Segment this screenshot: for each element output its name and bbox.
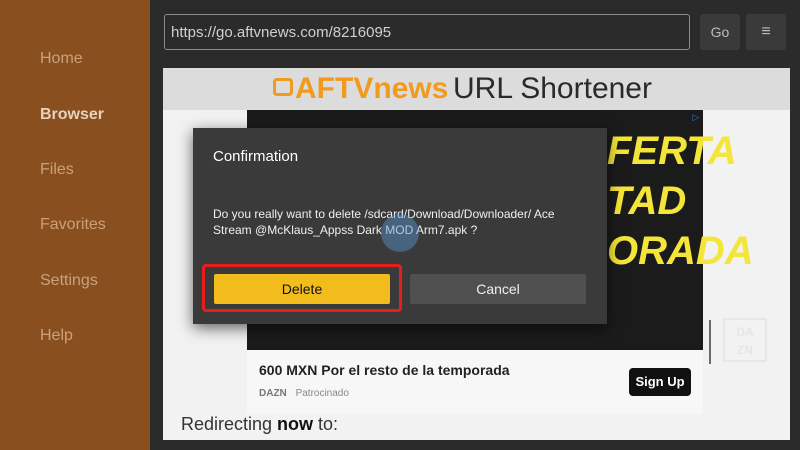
sidebar-item-favorites[interactable]: Favorites [40,216,106,234]
ad-footer: 600 MXN Por el resto de la temporada DAZ… [247,350,703,414]
tv-logo-icon [273,78,293,96]
ad-sponsored-label: Patrocinado [295,388,349,399]
ad-headline: FERTA TAD ORADA [607,129,754,273]
redirect-message: Redirecting now to: [181,414,338,435]
redirect-bold: now [277,414,314,434]
browser-toolbar: https://go.aftvnews.com/8216095 Go ≡ [150,0,800,66]
sidebar: Home Browser Files Favorites Settings He… [0,0,150,450]
go-button[interactable]: Go [700,14,740,50]
ad-text: 600 MXN Por el resto de la temporada [259,362,510,378]
redirect-suffix: to: [313,414,339,434]
sign-up-button[interactable]: Sign Up [629,368,691,396]
site-logo: AFTVnews [295,72,449,105]
dazn-logo: DA ZN [723,318,767,362]
sidebar-item-files[interactable]: Files [40,161,74,179]
site-header: AFTVnews URL Shortener [163,68,790,110]
sidebar-item-home[interactable]: Home [40,50,83,68]
sidebar-item-settings[interactable]: Settings [40,272,98,290]
sidebar-item-browser[interactable]: Browser [40,106,104,124]
ad-brand-name: DAZN [259,388,287,399]
delete-button[interactable]: Delete [214,274,390,304]
site-title: URL Shortener [453,72,652,105]
ad-divider [709,320,711,364]
redirect-prefix: Redirecting [181,414,278,434]
menu-icon[interactable]: ≡ [746,14,786,50]
sidebar-item-help[interactable]: Help [40,327,73,345]
ad-brand: DAZN Patrocinado [259,388,349,399]
loading-spinner-icon [381,214,419,252]
dialog-title: Confirmation [213,148,299,165]
cancel-button[interactable]: Cancel [410,274,586,304]
url-input[interactable]: https://go.aftvnews.com/8216095 [164,14,690,50]
ad-info-icon[interactable]: ▷ [691,112,701,122]
